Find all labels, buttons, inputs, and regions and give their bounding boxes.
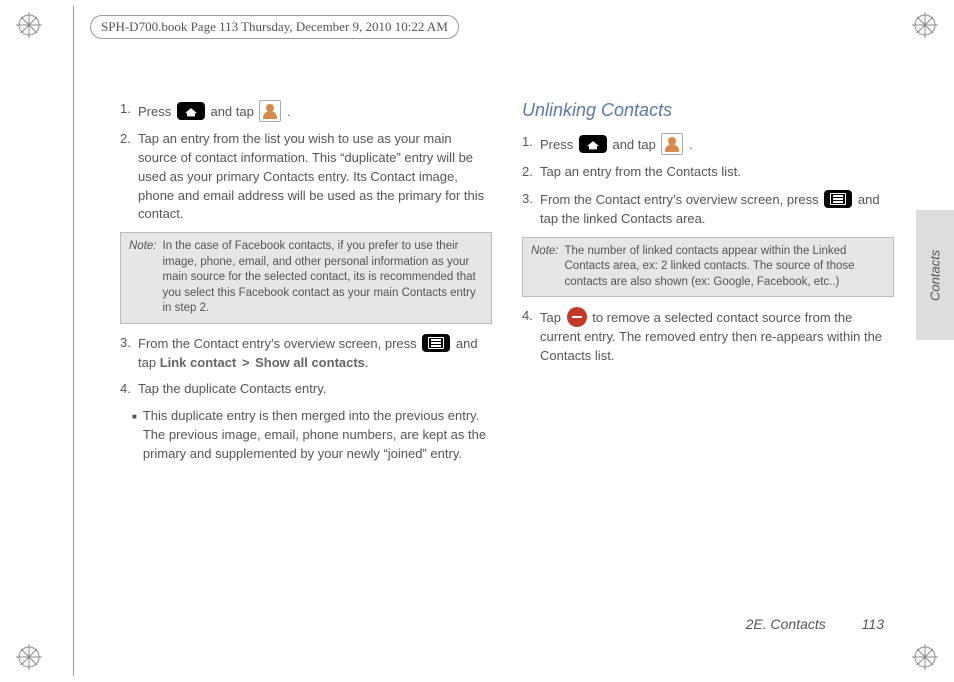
step-number: 3. (522, 190, 540, 229)
right-column: Unlinking Contacts 1. Press and tap . 2.… (522, 100, 894, 622)
content-columns: 1. Press and tap . 2. Tap an entry from … (120, 100, 894, 622)
step-number: 4. (120, 380, 138, 399)
remove-icon (567, 307, 587, 327)
text-fragment: Press (540, 137, 577, 152)
bold-link: Show all contacts (255, 355, 365, 370)
bullet-icon: ■ (132, 411, 137, 464)
text-fragment: . (287, 104, 291, 119)
footer-section: 2E. Contacts (746, 616, 826, 632)
step-text: Tap an entry from the list you wish to u… (138, 130, 492, 224)
home-key-icon (177, 102, 205, 120)
step-number: 3. (120, 334, 138, 373)
step-text: Tap an entry from the Contacts list. (540, 163, 894, 182)
registration-mark-icon (912, 644, 938, 670)
left-column: 1. Press and tap . 2. Tap an entry from … (120, 100, 492, 622)
menu-key-icon (422, 334, 450, 352)
note-text: The number of linked contacts appear wit… (565, 244, 886, 291)
contacts-app-icon (661, 133, 683, 155)
note-text: In the case of Facebook contacts, if you… (163, 239, 484, 317)
step-4: 4. Tap the duplicate Contacts entry. (120, 380, 492, 399)
step-1: 1. Press and tap . (522, 133, 894, 155)
contacts-app-icon (259, 100, 281, 122)
sub-bullet: ■ This duplicate entry is then merged in… (132, 407, 492, 464)
note-box: Note: The number of linked contacts appe… (522, 237, 894, 298)
text-fragment: and tap (612, 137, 659, 152)
registration-mark-icon (16, 12, 42, 38)
section-title: Unlinking Contacts (522, 100, 894, 121)
step-2: 2. Tap an entry from the Contacts list. (522, 163, 894, 182)
step-text: From the Contact entry’s overview screen… (540, 190, 894, 229)
text-fragment: Tap (540, 310, 565, 325)
registration-mark-icon (912, 12, 938, 38)
step-number: 1. (120, 100, 138, 122)
step-number: 2. (120, 130, 138, 224)
home-key-icon (579, 135, 607, 153)
step-number: 2. (522, 163, 540, 182)
side-tab: Contacts (916, 210, 954, 340)
text-fragment: . (689, 137, 693, 152)
step-3: 3. From the Contact entry’s overview scr… (522, 190, 894, 229)
step-number: 4. (522, 307, 540, 366)
text-fragment: . (365, 355, 369, 370)
note-box: Note: In the case of Facebook contacts, … (120, 232, 492, 324)
text-fragment: and tap (210, 104, 257, 119)
note-label: Note: (531, 244, 559, 291)
footer-page-number: 113 (862, 616, 884, 632)
note-label: Note: (129, 239, 157, 317)
text-fragment: to remove a selected contact source from… (540, 310, 882, 363)
bold-link: Link contact (160, 355, 237, 370)
step-text: Tap to remove a selected contact source … (540, 307, 894, 366)
page-footer: 2E. Contacts 113 (746, 616, 884, 632)
step-text: From the Contact entry’s overview screen… (138, 334, 492, 373)
left-margin-rule (73, 6, 74, 676)
step-3: 3. From the Contact entry’s overview scr… (120, 334, 492, 373)
page-header: SPH-D700.book Page 113 Thursday, Decembe… (90, 15, 459, 39)
step-text: Tap the duplicate Contacts entry. (138, 380, 492, 399)
step-1: 1. Press and tap . (120, 100, 492, 122)
step-text: Press and tap . (540, 133, 894, 155)
bullet-text: This duplicate entry is then merged into… (143, 407, 492, 464)
text-fragment: From the Contact entry’s overview screen… (138, 336, 420, 351)
registration-mark-icon (16, 644, 42, 670)
menu-key-icon (824, 190, 852, 208)
step-text: Press and tap . (138, 100, 492, 122)
text-fragment: Press (138, 104, 175, 119)
step-number: 1. (522, 133, 540, 155)
bold-gt: > (242, 355, 250, 370)
step-2: 2. Tap an entry from the list you wish t… (120, 130, 492, 224)
step-4: 4. Tap to remove a selected contact sour… (522, 307, 894, 366)
text-fragment: From the Contact entry’s overview screen… (540, 192, 822, 207)
